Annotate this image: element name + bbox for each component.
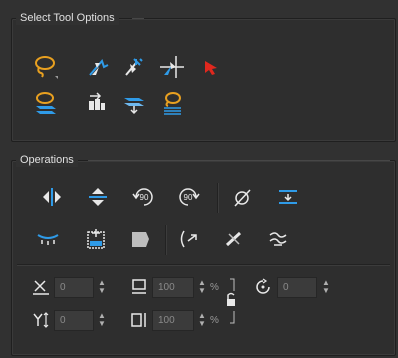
width-spinner[interactable]: ▲ ▼: [198, 279, 206, 295]
hide-pivot-button[interactable]: [228, 183, 256, 211]
x-position-spinner[interactable]: ▲ ▼: [98, 279, 106, 295]
x-position-icon: [33, 280, 49, 295]
rotate-90-ccw-button[interactable]: 90: [174, 183, 202, 211]
flatten-layers-icon: [124, 98, 144, 115]
flip-horizontal-button[interactable]: [38, 183, 66, 211]
red-arrow-select-button[interactable]: [196, 53, 224, 81]
select-all-layers-button[interactable]: [32, 89, 60, 117]
create-layer-button[interactable]: [82, 225, 110, 253]
rotate-90-cw-button[interactable]: 90: [130, 183, 158, 211]
align-vertical-icon: [279, 190, 297, 204]
rotate-90-ccw-icon: 90: [179, 188, 200, 206]
x-position-field[interactable]: 0: [54, 277, 94, 298]
contour-select-button[interactable]: [84, 53, 112, 81]
align-vertical-button[interactable]: [274, 183, 302, 211]
hide-pivot-icon: [234, 189, 251, 207]
select-tool-options-title: Select Tool Options: [16, 11, 119, 25]
rotate-ccw-label: 90: [184, 193, 193, 202]
height-icon: [131, 313, 146, 327]
apply-to-all-drawings-icon: [89, 92, 105, 110]
apply-to-all-drawings-button[interactable]: [82, 89, 110, 117]
reverse-stroke-button[interactable]: [174, 225, 202, 253]
distribute-button[interactable]: [34, 225, 62, 253]
select-tool-options-panel: Select Tool Options: [11, 11, 396, 142]
fill-shape-icon: [132, 232, 149, 247]
snap-lasso-icon: [164, 92, 181, 115]
lock-ratio-icon[interactable]: [224, 277, 238, 325]
flatten-layers-button[interactable]: [120, 89, 148, 117]
operations-title: Operations: [16, 153, 78, 167]
y-position-field[interactable]: 0: [54, 310, 94, 331]
lasso-select-icon: [35, 56, 58, 79]
rotate-cw-label: 90: [140, 193, 149, 202]
distribute-icon: [37, 234, 59, 245]
smooth-stroke-button[interactable]: [264, 225, 292, 253]
smooth-stroke-icon: [269, 232, 287, 246]
lasso-select-button[interactable]: [32, 53, 60, 81]
flip-vertical-icon: [89, 188, 107, 206]
y-position-spinner[interactable]: ▲ ▼: [98, 312, 106, 328]
flip-horizontal-icon: [43, 188, 61, 206]
fill-shape-button[interactable]: [126, 225, 154, 253]
height-spinner[interactable]: ▲ ▼: [198, 312, 206, 328]
y-position-icon: [33, 312, 49, 328]
rotate-90-cw-icon: 90: [132, 188, 153, 206]
height-field[interactable]: 100: [152, 310, 194, 331]
operations-panel: Operations 90 90 0 ▲ ▼ 100 ▲ ▼ % 0 ▲ ▼ 0…: [11, 153, 396, 356]
rotation-angle-field[interactable]: 0: [277, 277, 317, 298]
transform-select-button[interactable]: [158, 53, 186, 81]
select-all-layers-icon: [36, 92, 56, 114]
create-layer-icon: [87, 229, 105, 249]
flip-vertical-button[interactable]: [84, 183, 112, 211]
rotation-angle-spinner[interactable]: ▲ ▼: [322, 279, 330, 295]
red-arrow-select-icon: [205, 61, 217, 75]
contour-select-icon: [89, 59, 109, 76]
snap-lasso-button[interactable]: [158, 89, 186, 117]
width-field[interactable]: 100: [152, 277, 194, 298]
width-unit: %: [210, 282, 219, 293]
remove-stroke-button[interactable]: [220, 225, 248, 253]
width-icon: [132, 279, 146, 294]
height-unit: %: [210, 315, 219, 326]
remove-stroke-icon: [225, 231, 242, 247]
envelope-select-icon: [125, 58, 143, 76]
reverse-stroke-icon: [180, 230, 197, 248]
rotation-angle-icon: [256, 278, 270, 294]
transform-select-icon: [160, 56, 184, 78]
envelope-select-button[interactable]: [120, 53, 148, 81]
